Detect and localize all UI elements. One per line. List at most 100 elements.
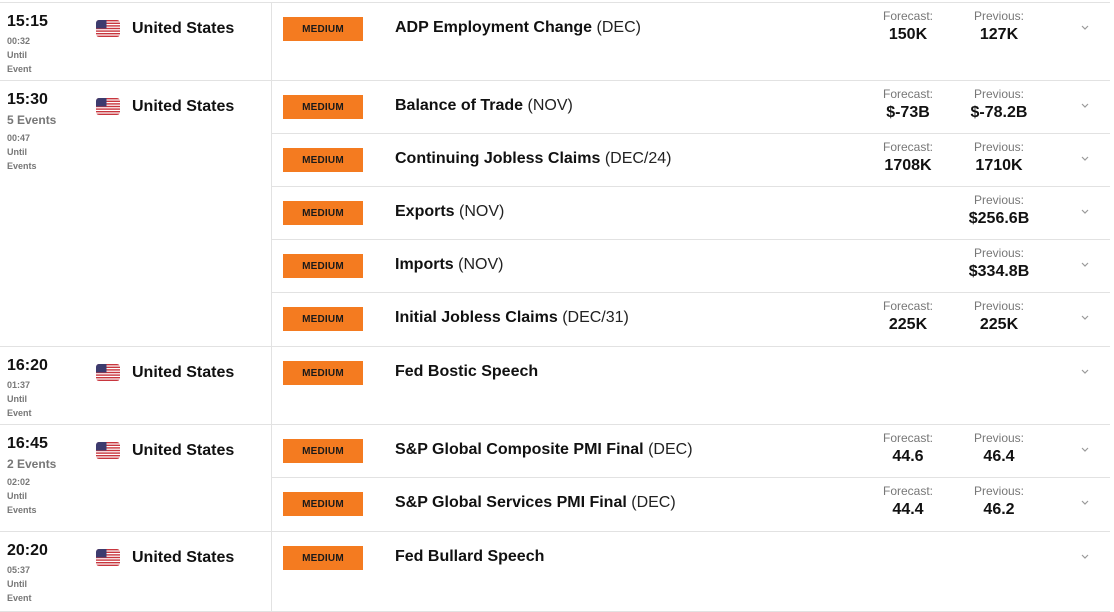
event-count: 2 Events — [7, 457, 57, 471]
countdown-label-until: Until — [7, 50, 27, 60]
event-period: (NOV) — [459, 203, 505, 220]
chevron-down-icon[interactable] — [1078, 257, 1092, 271]
event-title: Fed Bostic Speech — [395, 363, 539, 380]
countdown: 01:37 Until Event — [7, 378, 96, 420]
countdown-label-until: Until — [7, 147, 27, 157]
chevron-down-icon[interactable] — [1078, 495, 1092, 509]
previous-value: $334.8B — [968, 263, 1030, 280]
events-list: MEDIUM Balance of Trade (NOV) Forecast: $-7… — [272, 81, 1110, 346]
event-name: Fed Bullard Speech — [395, 547, 865, 567]
forecast-value: 150K — [888, 26, 928, 43]
chevron-down-icon[interactable] — [1078, 151, 1092, 165]
chevron-down-icon[interactable] — [1078, 549, 1092, 563]
chevron-down-icon[interactable] — [1078, 364, 1092, 378]
chevron-down-icon[interactable] — [1078, 442, 1092, 456]
time-country-cell: 16:45 2 Events 02:02 Until Events United Sta… — [0, 425, 272, 531]
time-column: 16:20 01:37 Until Event — [0, 347, 96, 424]
time-column: 15:30 5 Events 00:47 Until Events — [0, 81, 96, 346]
countdown-label-event: Events — [7, 505, 37, 515]
previous-value: 1710K — [975, 157, 1023, 174]
events-list: MEDIUM Fed Bullard Speech — [272, 532, 1110, 611]
time-column: 16:45 2 Events 02:02 Until Events — [0, 425, 96, 531]
previous-value: 46.4 — [983, 448, 1015, 465]
previous: Previous: 127K — [954, 8, 1044, 46]
previous-label: Previous: — [973, 246, 1025, 260]
time-country-cell: 16:20 01:37 Until Event United States — [0, 347, 272, 424]
countdown-label-until: Until — [7, 491, 27, 501]
countdown-label-event: Event — [7, 593, 32, 603]
event-time-group: 16:20 01:37 Until Event United States MEDIUM… — [0, 347, 1110, 425]
event-row[interactable]: MEDIUM Balance of Trade (NOV) Forecast: $-7… — [272, 81, 1110, 134]
countdown-label-until: Until — [7, 394, 27, 404]
event-name: Initial Jobless Claims (DEC/31) — [395, 308, 865, 328]
event-row[interactable]: MEDIUM ADP Employment Change (DEC) Forecas… — [272, 3, 1110, 80]
event-row[interactable]: MEDIUM S&P Global Services PMI Final (DEC… — [272, 478, 1110, 531]
previous-value: 225K — [979, 316, 1019, 333]
event-title: Fed Bullard Speech — [395, 548, 545, 565]
event-row[interactable]: MEDIUM Fed Bullard Speech — [272, 532, 1110, 611]
event-period: (DEC) — [631, 494, 676, 511]
countdown: 00:32 Until Event — [7, 34, 96, 76]
event-title: S&P Global Services PMI Final — [395, 494, 627, 511]
events-list: MEDIUM Fed Bostic Speech — [272, 347, 1110, 424]
country: United States — [96, 347, 234, 424]
country-name: United States — [132, 20, 235, 37]
event-time: 15:30 — [7, 91, 48, 108]
event-row[interactable]: MEDIUM Initial Jobless Claims (DEC/31) For… — [272, 293, 1110, 346]
event-time: 16:20 — [7, 357, 48, 374]
event-title: ADP Employment Change — [395, 19, 593, 36]
forecast-value: 44.6 — [892, 448, 924, 465]
countdown-value: 01:37 — [7, 380, 31, 390]
time-country-cell: 15:30 5 Events 00:47 Until Events United Sta… — [0, 81, 272, 346]
event-period: (DEC/31) — [562, 309, 629, 326]
event-row[interactable]: MEDIUM Fed Bostic Speech — [272, 347, 1110, 424]
event-time-group: 16:45 2 Events 02:02 Until Events United Sta… — [0, 425, 1110, 532]
impact-badge: MEDIUM — [283, 254, 363, 278]
countdown-value: 00:47 — [7, 133, 31, 143]
chevron-down-icon[interactable] — [1078, 204, 1092, 218]
previous-label: Previous: — [973, 140, 1025, 154]
previous: Previous: $334.8B — [954, 245, 1044, 283]
forecast-label: Forecast: — [882, 484, 933, 498]
countdown: 00:47 Until Events — [7, 131, 96, 173]
event-row[interactable]: MEDIUM Exports (NOV) Previous: $256.6B — [272, 187, 1110, 240]
impact-badge: MEDIUM — [283, 148, 363, 172]
countdown-label-event: Event — [7, 64, 32, 74]
forecast: Forecast: 150K — [863, 8, 953, 46]
event-time: 16:45 — [7, 435, 48, 452]
time-column: 15:15 00:32 Until Event — [0, 3, 96, 80]
event-row[interactable]: MEDIUM Imports (NOV) Previous: $334.8B — [272, 240, 1110, 293]
economic-calendar: 15:15 00:32 Until Event United States MEDIUM… — [0, 2, 1110, 612]
event-title: Exports — [395, 203, 455, 220]
event-title: S&P Global Composite PMI Final — [395, 441, 644, 458]
forecast-label: Forecast: — [882, 299, 933, 313]
chevron-down-icon[interactable] — [1078, 20, 1092, 34]
event-name: Continuing Jobless Claims (DEC/24) — [395, 149, 865, 169]
forecast: Forecast: 44.6 — [863, 430, 953, 468]
event-count: 5 Events — [7, 113, 57, 127]
country-name: United States — [132, 98, 235, 115]
previous: Previous: 1710K — [954, 139, 1044, 177]
countdown-value: 02:02 — [7, 477, 31, 487]
events-list: MEDIUM ADP Employment Change (DEC) Forecas… — [272, 3, 1110, 80]
country: United States — [96, 3, 234, 80]
previous-label: Previous: — [973, 193, 1025, 207]
event-row[interactable]: MEDIUM S&P Global Composite PMI Final (DE… — [272, 425, 1110, 478]
countdown-value: 05:37 — [7, 565, 31, 575]
previous-label: Previous: — [973, 484, 1025, 498]
previous-value: $-78.2B — [970, 104, 1028, 121]
forecast-value: 1708K — [884, 157, 932, 174]
event-time-group: 20:20 05:37 Until Event United States MEDIUM… — [0, 532, 1110, 612]
us-flag-icon — [96, 442, 120, 459]
previous-value: 127K — [979, 26, 1019, 43]
chevron-down-icon[interactable] — [1078, 310, 1092, 324]
event-time-group: 15:30 5 Events 00:47 Until Events United Sta… — [0, 81, 1110, 347]
forecast-label: Forecast: — [882, 140, 933, 154]
forecast-value: 225K — [888, 316, 928, 333]
countdown-label-event: Event — [7, 408, 32, 418]
event-period: (NOV) — [458, 256, 504, 273]
event-title: Imports — [395, 256, 454, 273]
chevron-down-icon[interactable] — [1078, 98, 1092, 112]
previous-label: Previous: — [973, 87, 1025, 101]
event-row[interactable]: MEDIUM Continuing Jobless Claims (DEC/24)… — [272, 134, 1110, 187]
